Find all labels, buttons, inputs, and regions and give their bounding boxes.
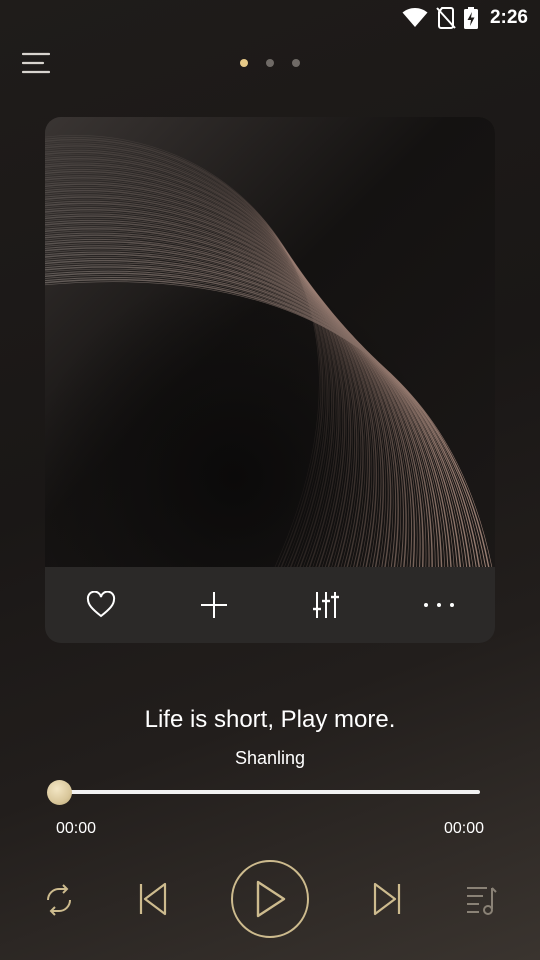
album-actions-bar	[45, 567, 495, 643]
album-artwork	[45, 117, 495, 567]
equalizer-button[interactable]	[270, 567, 383, 643]
album-card	[45, 117, 495, 643]
previous-button[interactable]	[133, 877, 173, 921]
plus-icon	[200, 592, 227, 618]
battery-charging-icon	[463, 7, 478, 29]
page-dot-2[interactable]	[266, 59, 274, 67]
next-button[interactable]	[367, 877, 407, 921]
heart-icon	[87, 591, 116, 618]
song-title: Life is short, Play more.	[144, 706, 396, 733]
current-time: 00:00	[56, 820, 97, 837]
playlist-button[interactable]	[462, 880, 500, 920]
page-indicator	[0, 59, 540, 67]
seek-thumb[interactable]	[47, 780, 72, 805]
more-options-button[interactable]	[383, 567, 496, 643]
add-to-playlist-button[interactable]	[158, 567, 271, 643]
play-button[interactable]	[231, 860, 309, 938]
repeat-button[interactable]	[40, 880, 78, 920]
artist-name: Shanling	[234, 748, 306, 768]
seek-bar[interactable]	[60, 790, 480, 794]
status-bar: 2:26	[0, 0, 540, 36]
favorite-button[interactable]	[45, 567, 158, 643]
wifi-icon	[402, 8, 428, 28]
more-dots-icon	[423, 603, 454, 607]
playlist-icon	[467, 887, 497, 915]
no-sim-icon	[436, 7, 456, 29]
next-icon	[373, 882, 401, 916]
play-icon	[256, 880, 286, 918]
repeat-icon	[47, 884, 71, 916]
previous-icon	[139, 882, 167, 916]
page-dot-3[interactable]	[292, 59, 300, 67]
page-dot-1[interactable]	[240, 59, 248, 67]
equalizer-sliders-icon	[313, 592, 340, 618]
status-time: 2:26	[489, 7, 528, 28]
total-time: 00:00	[443, 820, 484, 837]
